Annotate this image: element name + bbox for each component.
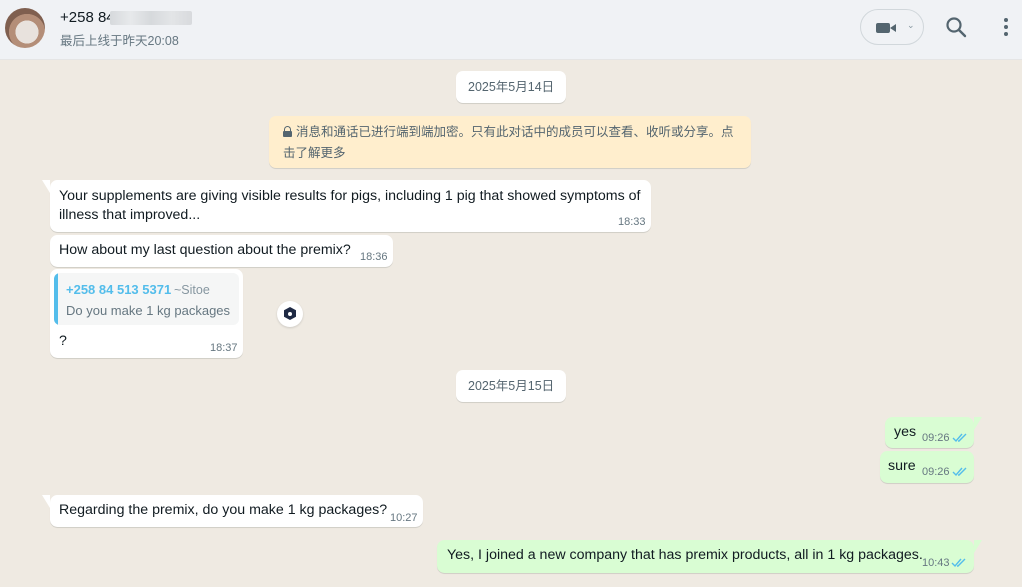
chevron-down-icon: ⌄ (907, 20, 915, 30)
message-text: How about my last question about the pre… (59, 242, 351, 258)
message-text: Regarding the premix, do you make 1 kg p… (59, 502, 388, 518)
encryption-notice[interactable]: 消息和通话已进行端到端加密。只有此对话中的成员可以查看、收听或分享。点击了解更多 (269, 116, 751, 168)
double-check-icon (951, 558, 966, 568)
message-incoming[interactable]: Your supplements are giving visible resu… (42, 180, 651, 232)
quote-author: +258 84 513 5371 (66, 282, 172, 297)
contact-name[interactable]: +258 84 (60, 9, 115, 26)
encryption-notice-text: 消息和通话已进行端到端加密。只有此对话中的成员可以查看、收听或分享。点击了解更多 (283, 125, 734, 160)
message-outgoing[interactable]: sure 09:26 (880, 451, 974, 483)
message-text: Your supplements are giving visible resu… (59, 188, 641, 223)
message-time: 09:26 (922, 466, 950, 478)
message-outgoing[interactable]: Yes, I joined a new company that has pre… (437, 540, 982, 573)
search-icon[interactable] (944, 15, 968, 39)
message-time: 10:43 (922, 557, 950, 569)
quote-alias: ~Sitoe (174, 283, 210, 297)
last-seen-status: 最后上线于昨天20:08 (60, 34, 179, 48)
contact-avatar[interactable] (5, 8, 45, 48)
quote-text: Do you make 1 kg packages (66, 303, 231, 318)
message-time: 10:27 (390, 512, 418, 524)
quoted-message[interactable]: +258 84 513 5371 ~Sitoe Do you make 1 kg… (54, 273, 239, 325)
date-separator: 2025年5月15日 (456, 370, 567, 402)
message-text: yes (894, 424, 917, 440)
lock-icon (283, 126, 292, 137)
message-time: 18:37 (210, 342, 238, 354)
message-text: ? (59, 333, 67, 349)
message-text: Yes, I joined a new company that has pre… (447, 547, 923, 563)
forward-button[interactable] (277, 301, 303, 327)
message-text: sure (888, 458, 916, 474)
date-separator: 2025年5月14日 (456, 71, 567, 103)
message-time: 09:26 (922, 432, 950, 444)
double-check-icon (952, 467, 967, 477)
menu-icon[interactable] (994, 15, 1018, 39)
message-time: 18:33 (618, 216, 646, 228)
redacted-number (110, 11, 192, 25)
message-incoming[interactable]: Regarding the premix, do you make 1 kg p… (42, 495, 423, 527)
chat-header: +258 84 最后上线于昨天20:08 ⌄ (0, 0, 1022, 60)
message-incoming-reply[interactable]: +258 84 513 5371 ~Sitoe Do you make 1 kg… (50, 269, 243, 358)
video-call-button[interactable]: ⌄ (860, 9, 924, 45)
message-time: 18:36 (360, 251, 388, 263)
quote-bar (54, 273, 58, 325)
message-incoming[interactable]: How about my last question about the pre… (50, 235, 393, 267)
double-check-icon (952, 433, 967, 443)
message-outgoing[interactable]: yes 09:26 (885, 417, 982, 448)
